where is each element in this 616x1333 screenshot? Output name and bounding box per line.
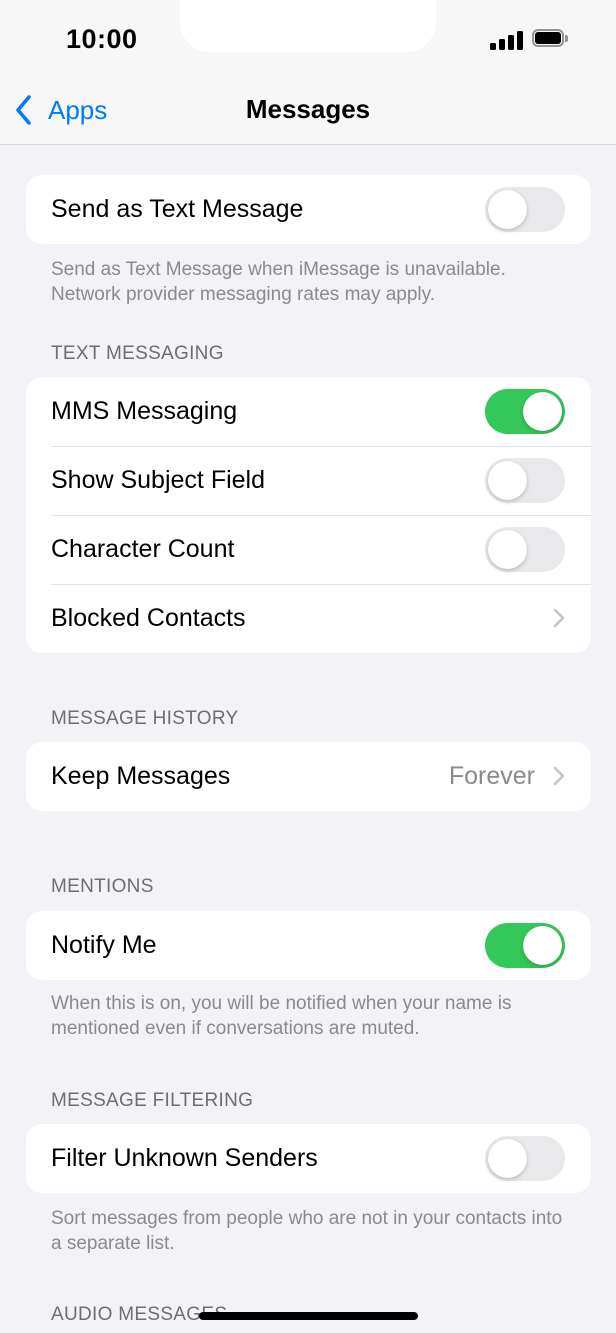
chevron-right-icon <box>553 766 565 786</box>
mentions-footer: When this is on, you will be notified wh… <box>51 993 512 1039</box>
text-messaging-group: MMS Messaging Show Subject Field Charact… <box>26 377 591 653</box>
send-as-text-row: Send as Text Message <box>26 175 591 244</box>
blocked-contacts-row[interactable]: Blocked Contacts <box>26 584 591 653</box>
show-subject-field-row: Show Subject Field <box>26 446 591 515</box>
message-filtering-group: Filter Unknown Senders <box>26 1124 591 1193</box>
notify-me-toggle[interactable] <box>485 923 565 968</box>
send-as-text-toggle[interactable] <box>485 187 565 232</box>
character-count-row: Character Count <box>26 515 591 584</box>
send-as-text-footer: Send as Text Message when iMessage is un… <box>51 259 506 305</box>
settings-screen: 10:00 Apps Messages Send as Text Message… <box>0 0 616 1333</box>
notch <box>180 0 436 52</box>
status-bar: 10:00 <box>0 0 616 76</box>
filter-unknown-senders-toggle[interactable] <box>485 1136 565 1181</box>
mms-messaging-row: MMS Messaging <box>26 377 591 446</box>
keep-messages-row[interactable]: Keep Messages Forever <box>26 742 591 811</box>
message-filtering-header: MESSAGE FILTERING <box>51 1090 254 1111</box>
blocked-contacts-label: Blocked Contacts <box>51 604 246 632</box>
character-count-toggle[interactable] <box>485 527 565 572</box>
show-subject-field-toggle[interactable] <box>485 458 565 503</box>
mentions-group: Notify Me <box>26 911 591 980</box>
message-filtering-footer: Sort messages from people who are not in… <box>51 1208 563 1254</box>
status-time: 10:00 <box>66 24 138 54</box>
page-title: Messages <box>245 94 371 124</box>
send-as-text-group: Send as Text Message <box>26 175 591 244</box>
mms-messaging-toggle[interactable] <box>485 389 565 434</box>
battery-icon <box>532 29 568 49</box>
home-indicator <box>199 1312 418 1320</box>
keep-messages-value: Forever <box>448 762 535 790</box>
navigation-bar: Apps Messages <box>0 76 616 145</box>
mentions-header: MENTIONS <box>51 876 154 897</box>
cellular-signal-icon <box>490 30 524 50</box>
chevron-right-icon <box>553 608 565 628</box>
text-messaging-header: TEXT MESSAGING <box>51 343 224 364</box>
message-history-header: MESSAGE HISTORY <box>51 708 239 729</box>
notify-me-row: Notify Me <box>26 911 591 980</box>
message-history-group: Keep Messages Forever <box>26 742 591 811</box>
filter-unknown-senders-row: Filter Unknown Senders <box>26 1124 591 1193</box>
